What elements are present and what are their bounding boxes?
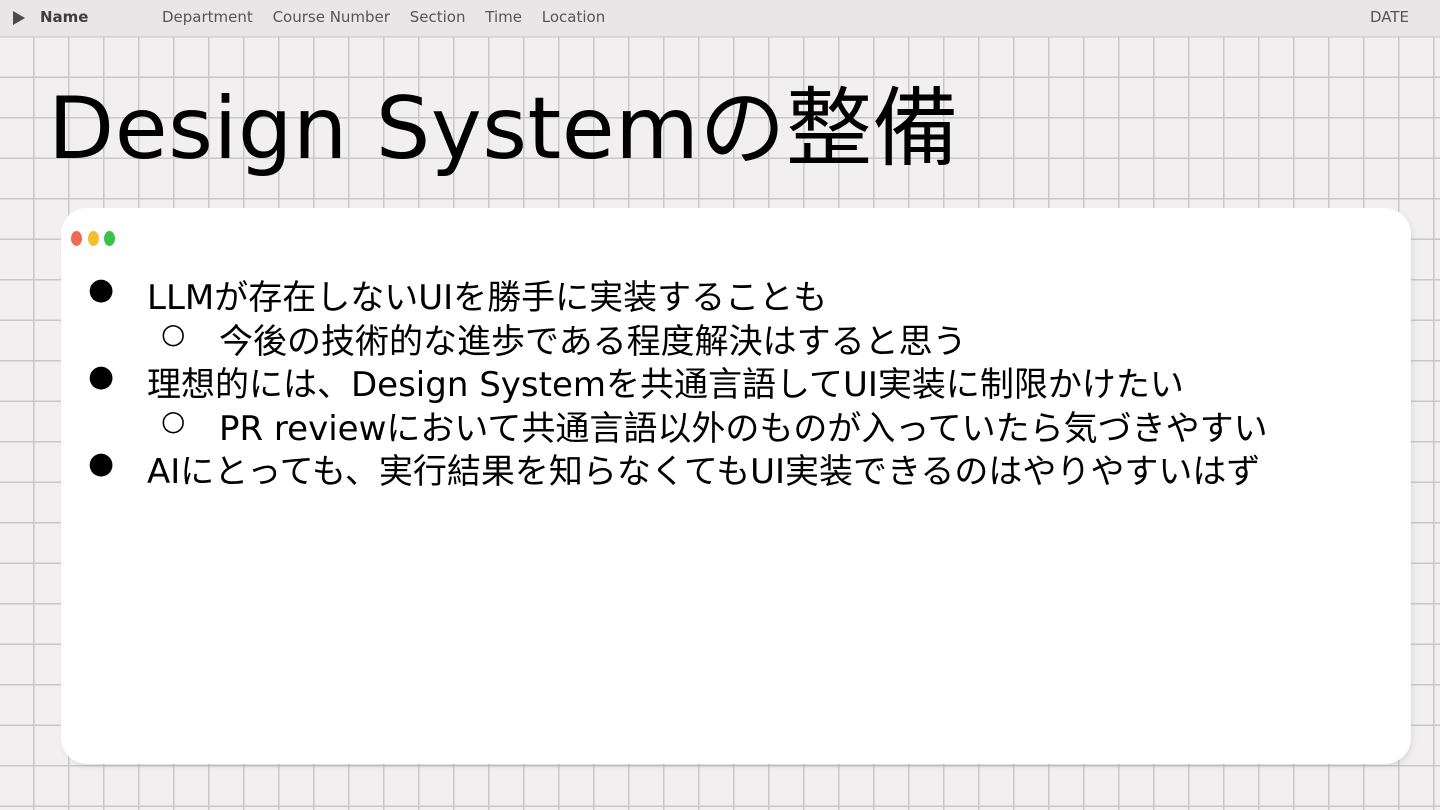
bullet-marker: ● [88,359,115,394]
sub-bullet-marker: ○ [161,403,186,437]
play-icon[interactable] [13,11,25,25]
section-label: Section [409,8,466,26]
window-close-dot [71,231,82,246]
department-label: Department [162,8,253,26]
header-bar: Name Department Course Number Section Ti… [0,0,1440,37]
bullet-marker: ● [88,446,115,481]
content-window: ● LLMが存在しないUIを勝手に実装することも ○ 今後の技術的な進歩である程… [61,208,1411,764]
sub-bullet-item: ○ 今後の技術的な進歩である程度解決はすると思う [61,314,1411,362]
bullet-list: ● LLMが存在しないUIを勝手に実装することも ○ 今後の技術的な進歩である程… [61,270,1411,492]
sub-bullet-text: 今後の技術的な進歩である程度解決はすると思う [219,321,967,362]
bullet-item: ● LLMが存在しないUIを勝手に実装することも [61,270,1411,318]
bullet-text: AIにとっても、実行結果を知らなくてもUI実装できるのはやりやすいはず [147,452,1261,492]
bullet-item: ● AIにとっても、実行結果を知らなくてもUI実装できるのはやりやすいはず [61,444,1411,492]
sub-bullet-marker: ○ [161,316,186,350]
time-label: Time [485,8,522,26]
window-minimize-dot [88,231,99,246]
window-maximize-dot [104,231,115,246]
sub-bullet-item: ○ PR reviewにおいて共通言語以外のものが入っていたら気づきやすい [61,401,1411,449]
bullet-text: 理想的には、Design Systemを共通言語してUI実装に制限かけたい [147,365,1184,405]
bullet-item: ● 理想的には、Design Systemを共通言語してUI実装に制限かけたい [61,357,1411,405]
header-fields: Department Course Number Section Time Lo… [162,8,620,26]
bullet-marker: ● [88,272,115,307]
date-label: DATE [1369,8,1409,26]
course-number-label: Course Number [272,8,390,26]
slide-title: Design Systemの整備 [48,79,959,179]
sub-bullet-text: PR reviewにおいて共通言語以外のものが入っていたら気づきやすい [219,408,1268,449]
name-label: Name [40,8,89,26]
bullet-text: LLMが存在しないUIを勝手に実装することも [147,278,828,318]
location-label: Location [541,8,606,26]
